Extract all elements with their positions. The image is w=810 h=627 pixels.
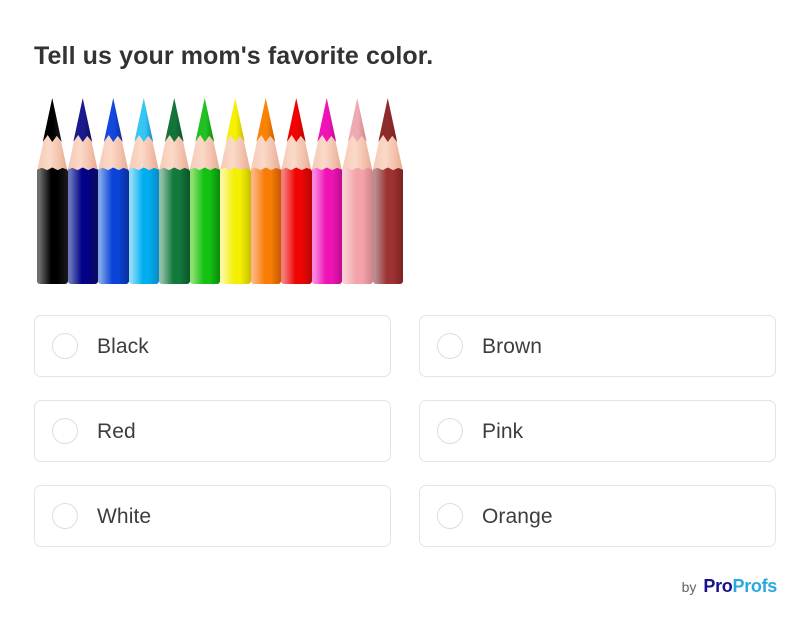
pencil-notch (251, 167, 282, 174)
pencil-lead-tip (104, 98, 123, 142)
logo-pro-text: Pro (703, 576, 732, 596)
pencil-blue (98, 96, 129, 284)
question-image (34, 96, 406, 286)
proprofs-logo[interactable]: ProProfs (703, 576, 777, 597)
pencil-pink (342, 96, 373, 284)
answer-option-orange[interactable]: Orange (419, 485, 776, 547)
pencil-body (342, 171, 373, 284)
pencil-lead-tip (317, 98, 336, 142)
pencil-dark-green (159, 96, 190, 284)
radio-button-icon[interactable] (437, 418, 463, 444)
answer-option-label: Black (97, 336, 149, 357)
pencil-lead-tip (378, 98, 397, 142)
pencil-notch (281, 167, 312, 174)
pencil-orange (251, 96, 282, 284)
pencil-body (373, 171, 404, 284)
pencil-body (312, 171, 343, 284)
pencil-notch (342, 167, 373, 174)
pencil-notch (190, 167, 221, 174)
page-title: Tell us your mom's favorite color. (34, 42, 433, 71)
answer-option-label: Red (97, 421, 136, 442)
radio-button-icon[interactable] (437, 503, 463, 529)
pencil-green (190, 96, 221, 284)
answer-option-brown[interactable]: Brown (419, 315, 776, 377)
pencil-notch (68, 167, 99, 174)
answer-options-grid: Black Brown Red Pink White Orange (34, 315, 776, 547)
pencil-navy (68, 96, 99, 284)
answer-option-label: Brown (482, 336, 542, 357)
radio-button-icon[interactable] (52, 333, 78, 359)
pencil-sky-blue (129, 96, 160, 284)
pencil-lead-tip (134, 98, 153, 142)
answer-option-red[interactable]: Red (34, 400, 391, 462)
answer-option-label: Pink (482, 421, 523, 442)
colored-pencils-illustration (37, 96, 403, 284)
pencil-notch (159, 167, 190, 174)
answer-option-pink[interactable]: Pink (419, 400, 776, 462)
pencil-maroon (373, 96, 404, 284)
pencil-notch (373, 167, 404, 174)
pencil-body (190, 171, 221, 284)
radio-button-icon[interactable] (437, 333, 463, 359)
pencil-body (251, 171, 282, 284)
pencil-body (281, 171, 312, 284)
pencil-lead-tip (348, 98, 367, 142)
pencil-body (68, 171, 99, 284)
pencil-body (129, 171, 160, 284)
proprofs-branding: by ProProfs (682, 576, 777, 597)
radio-button-icon[interactable] (52, 418, 78, 444)
pencil-lead-tip (165, 98, 184, 142)
pencil-lead-tip (226, 98, 245, 142)
pencil-notch (312, 167, 343, 174)
pencil-notch (129, 167, 160, 174)
pencil-lead-tip (73, 98, 92, 142)
answer-option-label: Orange (482, 506, 553, 527)
pencil-red (281, 96, 312, 284)
question-page: Tell us your mom's favorite color. Black… (0, 0, 810, 627)
pencil-body (220, 171, 251, 284)
answer-option-label: White (97, 506, 151, 527)
pencil-lead-tip (195, 98, 214, 142)
pencil-lead-tip (256, 98, 275, 142)
pencil-lead-tip (43, 98, 62, 142)
radio-button-icon[interactable] (52, 503, 78, 529)
brand-by-label: by (682, 579, 697, 595)
pencil-magenta (312, 96, 343, 284)
answer-option-black[interactable]: Black (34, 315, 391, 377)
pencil-notch (220, 167, 251, 174)
pencil-lead-tip (287, 98, 306, 142)
pencil-yellow (220, 96, 251, 284)
logo-profs-text: Profs (732, 576, 777, 596)
pencil-black (37, 96, 68, 284)
pencil-body (37, 171, 68, 284)
answer-option-white[interactable]: White (34, 485, 391, 547)
pencil-body (159, 171, 190, 284)
pencil-body (98, 171, 129, 284)
pencil-notch (98, 167, 129, 174)
pencil-notch (37, 167, 68, 174)
